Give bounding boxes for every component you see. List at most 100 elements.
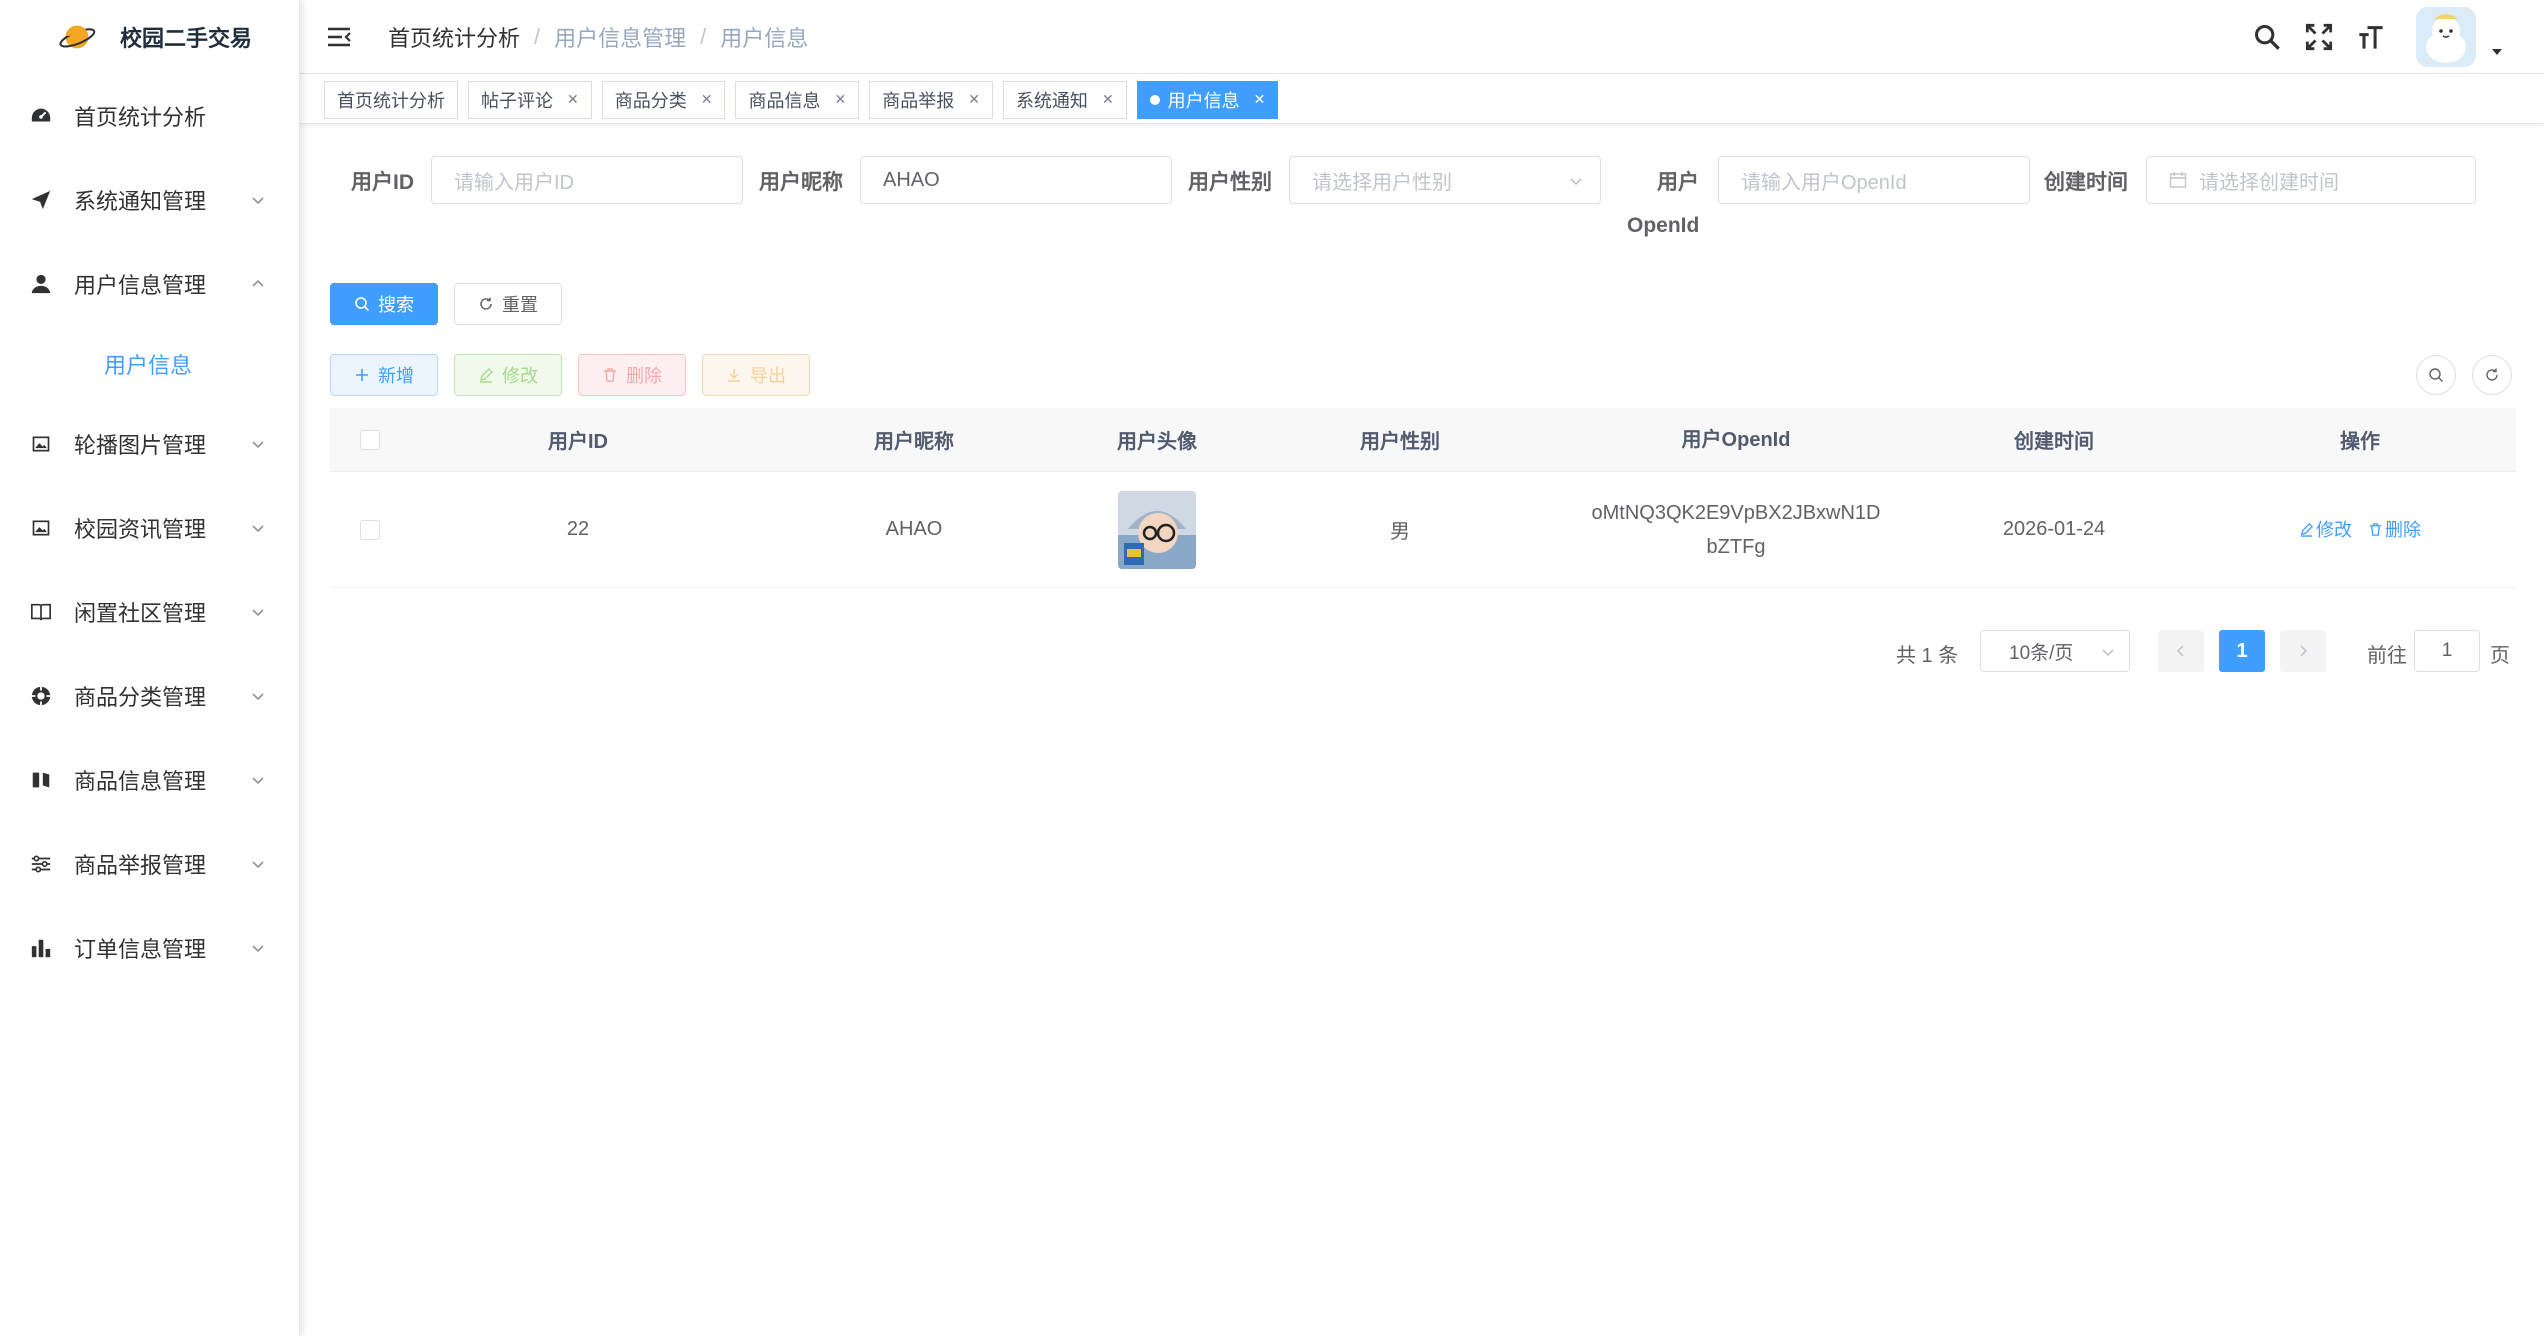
sidebar-item-community[interactable]: 闲置社区管理 [0, 570, 299, 654]
export-button[interactable]: 导出 [702, 354, 810, 396]
sidebar-item-orders[interactable]: 订单信息管理 [0, 906, 299, 990]
select-all-checkbox[interactable] [360, 429, 380, 450]
table-header: 用户ID 用户昵称 用户头像 用户性别 用户OpenId 创建时间 操作 [330, 408, 2516, 472]
input-value: AHAO [883, 168, 940, 191]
sidebar-subitem-user-info[interactable]: 用户信息 [0, 326, 299, 402]
close-icon[interactable]: ✕ [968, 91, 980, 108]
chevron-down-icon [1570, 178, 1582, 186]
reset-button[interactable]: 重置 [454, 283, 562, 325]
search-button[interactable]: 搜索 [330, 283, 438, 325]
chevron-down-icon [252, 525, 264, 533]
created-time-picker[interactable]: 请选择创建时间 [2146, 156, 2476, 204]
caret-down-icon[interactable] [2490, 45, 2504, 59]
planet-logo-icon [59, 25, 96, 49]
close-icon[interactable]: ✕ [834, 91, 846, 108]
page-number-current[interactable]: 1 [2219, 630, 2265, 672]
tag-notifications[interactable]: 系统通知 ✕ [1002, 80, 1127, 119]
fullscreen-icon[interactable] [2304, 22, 2334, 52]
tag-post-comments[interactable]: 帖子评论 ✕ [468, 80, 592, 119]
sidebar-item-goods[interactable]: 商品信息管理 [0, 738, 299, 822]
toggle-search-button[interactable] [2416, 355, 2456, 395]
edit-icon [2300, 522, 2314, 537]
sidebar-item-carousel[interactable]: 轮播图片管理 [0, 402, 299, 486]
column-header: 用户OpenId [1681, 428, 1791, 451]
user-avatar-image[interactable] [1118, 490, 1196, 569]
row-checkbox[interactable] [360, 519, 380, 540]
close-icon[interactable]: ✕ [1102, 91, 1114, 108]
tag-user-info[interactable]: 用户信息 ✕ [1136, 80, 1279, 119]
category-icon [30, 685, 52, 707]
download-icon [726, 367, 742, 383]
sidebar-item-users[interactable]: 用户信息管理 [0, 242, 299, 326]
tag-categories[interactable]: 商品分类 ✕ [601, 80, 726, 119]
user-id-input[interactable]: 请输入用户ID [431, 156, 743, 204]
main-content: 用户ID 请输入用户ID 用户昵称 AHAO 用户性别 请选择用户性别 用户 O… [300, 124, 2544, 1336]
sidebar-item-label: 商品举报管理 [74, 853, 207, 878]
tag-label: 用户信息 [1167, 90, 1240, 111]
font-size-icon[interactable] [2356, 22, 2386, 52]
button-label: 重置 [502, 295, 538, 315]
chevron-down-icon [252, 693, 264, 701]
nickname-input[interactable]: AHAO [860, 156, 1172, 204]
breadcrumb-item: 用户信息 [720, 25, 809, 51]
tag-goods-reports[interactable]: 商品举报 ✕ [869, 80, 993, 119]
gender-label: 用户性别 [1188, 171, 1272, 194]
sidebar-item-notifications[interactable]: 系统通知管理 [0, 158, 299, 242]
openid-input[interactable]: 请输入用户OpenId [1718, 156, 2030, 204]
refresh-table-button[interactable] [2472, 355, 2512, 395]
sidebar-item-label: 商品信息管理 [74, 769, 207, 794]
breadcrumb-item[interactable]: 首页统计分析 [388, 21, 520, 53]
button-label: 修改 [502, 366, 538, 386]
sidebar-item-dashboard[interactable]: 首页统计分析 [0, 74, 299, 158]
placeholder: 请选择用户性别 [1312, 171, 1452, 194]
image-icon [30, 433, 52, 455]
close-icon[interactable]: ✕ [1254, 91, 1266, 108]
goto-page-input[interactable]: 1 [2414, 630, 2480, 672]
tag-label: 系统通知 [1015, 90, 1088, 111]
trash-icon [602, 367, 618, 383]
chevron-down-icon [252, 609, 264, 617]
next-page-button[interactable] [2280, 630, 2326, 672]
search-icon [2429, 368, 2443, 382]
openid-label: 用户 [1657, 171, 1699, 194]
logo[interactable]: 校园二手交易 [0, 0, 299, 74]
edit-button[interactable]: 修改 [454, 354, 562, 396]
chevron-down-icon [252, 777, 264, 785]
gender-select[interactable]: 请选择用户性别 [1289, 156, 1601, 204]
search-icon[interactable] [2252, 22, 2282, 52]
tag-label: 商品举报 [882, 90, 955, 111]
navbar: 首页统计分析 / 用户信息管理 / 用户信息 [300, 0, 2544, 74]
avatar[interactable] [2416, 7, 2476, 67]
sidebar-item-label: 系统通知管理 [74, 189, 207, 214]
row-delete-link[interactable]: 删除 [2368, 516, 2421, 542]
sidebar-item-label: 订单信息管理 [74, 937, 207, 962]
refresh-icon [478, 296, 494, 312]
chevron-left-icon [2176, 645, 2184, 657]
column-header: 用户昵称 [874, 431, 954, 453]
sidebar-item-label: 商品分类管理 [74, 685, 207, 710]
close-icon[interactable]: ✕ [701, 91, 713, 108]
placeholder: 请输入用户OpenId [1741, 171, 1907, 194]
created-time-label: 创建时间 [2044, 171, 2128, 194]
tag-dashboard[interactable]: 首页统计分析 [324, 80, 458, 119]
prev-page-button[interactable] [2158, 630, 2204, 672]
book-icon [30, 601, 52, 623]
delete-button[interactable]: 删除 [578, 354, 686, 396]
hamburger-menu-icon[interactable] [326, 24, 352, 50]
sidebar-item-category[interactable]: 商品分类管理 [0, 654, 299, 738]
image-icon [30, 517, 52, 539]
breadcrumb-separator: / [534, 23, 541, 49]
sidebar-item-reports[interactable]: 商品举报管理 [0, 822, 299, 906]
sidebar-item-label: 轮播图片管理 [74, 433, 207, 458]
close-icon[interactable]: ✕ [567, 91, 579, 108]
page-size-select[interactable]: 10条/页 [1980, 630, 2130, 672]
chevron-down-icon [252, 197, 264, 205]
row-edit-link[interactable]: 修改 [2299, 516, 2352, 542]
cell-avatar [1082, 490, 1232, 569]
sidebar: 校园二手交易 首页统计分析 系统通知管理 用户信息管理 用户信息 轮播图片管理 … [0, 0, 300, 1336]
edit-icon [478, 367, 494, 383]
add-button[interactable]: 新增 [330, 354, 438, 396]
sidebar-item-news[interactable]: 校园资讯管理 [0, 486, 299, 570]
bar-chart-icon [30, 937, 52, 959]
tag-goods-info[interactable]: 商品信息 ✕ [735, 80, 860, 119]
